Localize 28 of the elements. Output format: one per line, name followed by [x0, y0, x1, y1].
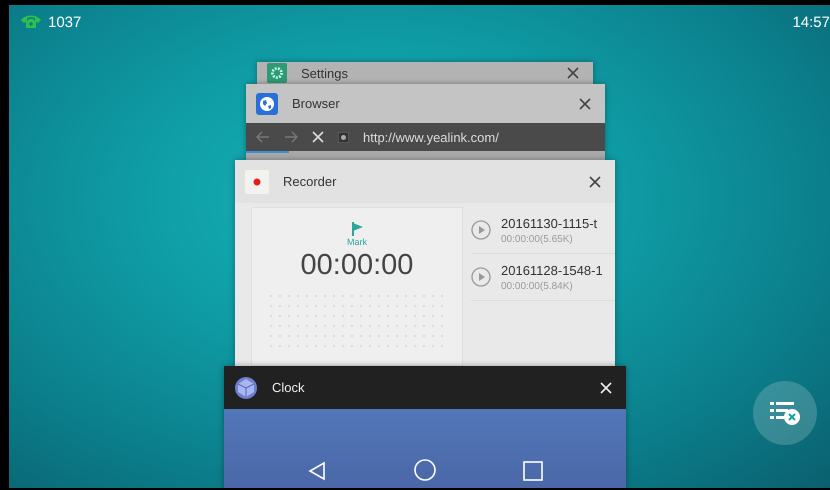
- recording-info: 00:00:00(5.65K): [501, 234, 574, 244]
- app-title: Settings: [301, 66, 349, 80]
- clock-time: 14:57: [792, 14, 830, 30]
- record-icon: [245, 170, 269, 194]
- close-icon[interactable]: [312, 131, 324, 143]
- app-title: Recorder: [283, 174, 338, 189]
- recording-name: 20161128-1548-1: [501, 262, 603, 278]
- app-title: Browser: [292, 96, 341, 111]
- recording-name: 20161130-1115-t: [501, 216, 598, 230]
- globe-icon: [256, 92, 278, 114]
- gear-icon: [267, 63, 287, 83]
- app-card[interactable]: Settings: [257, 62, 593, 84]
- recording-info: 00:00:00(5.84K): [501, 280, 574, 292]
- recording-item[interactable]: 20161128-1548-1 00:00:00(5.84K): [471, 254, 615, 301]
- line-number: 1037: [48, 14, 82, 30]
- flag-icon[interactable]: [352, 222, 362, 236]
- app-card[interactable]: Recorder Mark 00:00:00 20161130-1115-t 00:00:00(5.65K) 20161128-1548-1 00:00:00(5.84K): [235, 160, 615, 366]
- close-button[interactable]: [587, 174, 603, 190]
- timer-text: 00:00:00: [300, 249, 414, 282]
- phone-icon: [20, 15, 42, 29]
- app-card[interactable]: Clock: [224, 366, 626, 488]
- app-title: Clock: [272, 380, 306, 395]
- site-icon: [338, 132, 349, 142]
- app-card[interactable]: Browser http://www.yealink.com/: [246, 84, 605, 160]
- cube-icon: [234, 376, 258, 400]
- close-button[interactable]: [598, 380, 614, 396]
- clear-list-icon: [768, 399, 802, 427]
- recording-item[interactable]: 20161130-1115-t 00:00:00(5.65K): [471, 207, 615, 254]
